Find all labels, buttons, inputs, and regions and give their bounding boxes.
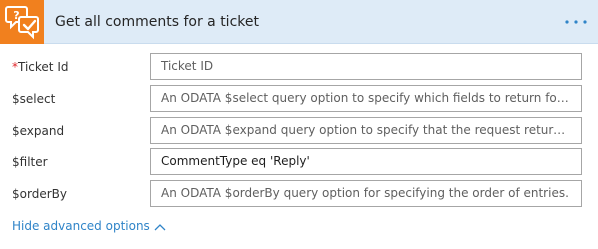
field-row-orderby: $orderBy An ODATA $orderBy query option … [0,180,598,208]
action-header[interactable]: ? Get all comments for a ticket [0,0,598,44]
more-options-icon[interactable] [564,12,588,32]
orderby-input[interactable]: An ODATA $orderBy query option for speci… [150,180,582,207]
expand-input[interactable]: An ODATA $expand query option to specify… [150,117,582,144]
ticket-id-input[interactable]: Ticket ID [150,53,582,80]
field-row-ticket-id: *Ticket Id Ticket ID [0,53,598,81]
select-label: $select [12,92,56,106]
field-row-filter: $filter CommentType eq 'Reply' [0,148,598,176]
ticket-id-label: *Ticket Id [12,59,68,75]
action-card: ? Get all comments for a ticket *Ticket … [0,0,598,249]
hide-advanced-options-label: Hide advanced options [12,219,150,233]
field-row-expand: $expand An ODATA $expand query option to… [0,117,598,145]
ticket-id-label-text: Ticket Id [18,60,69,74]
expand-label: $expand [12,124,65,138]
select-input[interactable]: An ODATA $select query option to specify… [150,85,582,112]
filter-input[interactable]: CommentType eq 'Reply' [150,148,582,175]
filter-label: $filter [12,155,48,169]
orderby-label: $orderBy [12,187,67,201]
action-title: Get all comments for a ticket [55,14,259,30]
chevron-up-icon [154,219,166,235]
hide-advanced-options-link[interactable]: Hide advanced options [12,218,166,235]
field-row-select: $select An ODATA $select query option to… [0,85,598,113]
ticket-comments-icon: ? [0,0,44,44]
